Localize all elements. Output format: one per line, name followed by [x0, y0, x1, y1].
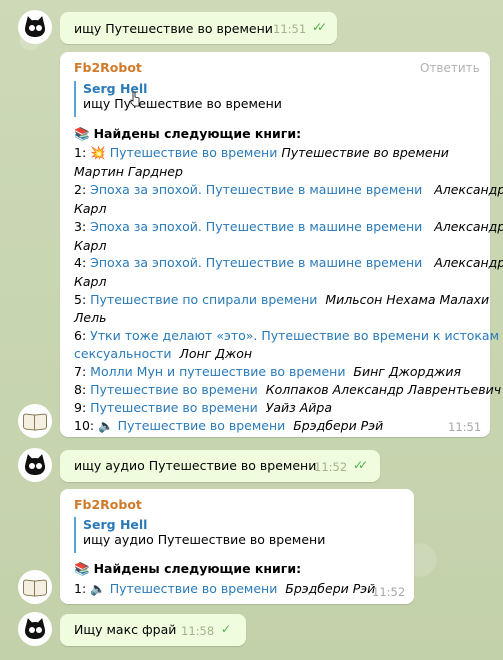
reply-quote[interactable]: Serg Hell ищу Путешествие во времени — [74, 81, 282, 117]
result-item: 9: Путешествие во времени Уайз Айра — [74, 400, 333, 415]
result-item: 4: Эпоха за эпохой. Путешествие в машине… — [74, 255, 503, 270]
result-author: Мартин Гарднер — [74, 164, 183, 179]
books-icon: 📚 — [74, 561, 90, 576]
outgoing-message[interactable]: ищу Путешествие во времени 11:51 ✓✓ — [60, 12, 337, 44]
bot-avatar[interactable] — [18, 404, 52, 438]
reply-quote[interactable]: Serg Hell ищу аудио Путешествие во време… — [74, 517, 325, 553]
open-book-icon — [23, 412, 47, 431]
result-author: Лель — [74, 310, 107, 325]
book-link[interactable]: Эпоха за эпохой. Путешествие в машине вр… — [90, 219, 422, 234]
message-text: Ищу макс фрай — [74, 622, 177, 637]
quote-text: ищу Путешествие во времени — [83, 96, 282, 111]
double-check-icon: ✓✓ — [353, 458, 368, 472]
book-link[interactable]: сексуальности — [74, 346, 172, 361]
open-book-icon — [23, 578, 47, 597]
sender-name[interactable]: Fb2Robot — [74, 60, 142, 75]
book-link[interactable]: Путешествие по спирали времени — [90, 292, 317, 307]
result-item: 7: Молли Мун и путешествие во времени Би… — [74, 364, 461, 379]
user-avatar[interactable] — [18, 612, 52, 646]
book-link[interactable]: Путешествие во времени — [90, 382, 258, 397]
books-icon: 📚 — [74, 126, 90, 141]
single-check-icon: ✓ — [221, 622, 232, 636]
message-time: 11:51 — [273, 22, 307, 36]
result-item: 1: 💥 Путешествие во времени Путешествие … — [74, 145, 449, 160]
user-avatar[interactable] — [18, 10, 52, 44]
quote-author: Serg Hell — [83, 517, 148, 532]
speaker-icon: 🔈 — [98, 418, 114, 433]
message-time: 11:52 — [314, 460, 348, 474]
bot-message[interactable]: Fb2Robot Ответить Serg Hell ищу Путешест… — [60, 52, 503, 437]
book-link[interactable]: Эпоха за эпохой. Путешествие в машине вр… — [90, 255, 422, 270]
result-author: Карл — [74, 201, 107, 216]
result-item: 8: Путешествие во времени Колпаков Алекс… — [74, 382, 502, 397]
book-link[interactable]: Путешествие во времени — [110, 581, 278, 596]
message-time: 11:58 — [181, 624, 215, 638]
explosion-icon: 💥 — [90, 145, 106, 160]
result-item: 2: Эпоха за эпохой. Путешествие в машине… — [74, 182, 503, 197]
double-check-icon: ✓✓ — [312, 20, 327, 34]
hand-cursor-icon — [130, 91, 140, 107]
reply-button[interactable]: Ответить — [420, 61, 480, 75]
result-item: 10: 🔈 Путешествие во времени Брэдбери Рэ… — [74, 418, 384, 433]
message-text: ищу Путешествие во времени — [74, 21, 273, 36]
speaker-icon: 🔈 — [90, 581, 106, 596]
quote-author: Serg Hell — [83, 81, 148, 96]
results-header: 📚 Найдены следующие книги: — [74, 126, 302, 141]
book-link[interactable]: Путешествие во времени — [110, 145, 278, 160]
sender-name[interactable]: Fb2Robot — [74, 497, 142, 512]
book-link[interactable]: Молли Мун и путешествие во времени — [90, 364, 345, 379]
result-item: 5: Путешествие по спирали времени Мильсо… — [74, 292, 490, 307]
result-item: 3: Эпоха за эпохой. Путешествие в машине… — [74, 219, 503, 234]
book-link[interactable]: Путешествие во времени — [90, 400, 258, 415]
black-cat-icon — [22, 616, 48, 640]
result-item: сексуальности Лонг Джон — [74, 346, 253, 361]
book-link[interactable]: Утки тоже делают «это». Путешествие во в… — [90, 328, 499, 343]
book-link[interactable]: Путешествие во времени — [118, 418, 286, 433]
book-link[interactable]: Эпоха за эпохой. Путешествие в машине вр… — [90, 182, 422, 197]
black-cat-icon — [22, 14, 48, 38]
message-time: 11:52 — [372, 585, 406, 599]
quote-text: ищу аудио Путешествие во времени — [83, 532, 326, 547]
outgoing-message[interactable]: Ищу макс фрай 11:58 ✓ — [60, 614, 246, 646]
outgoing-message[interactable]: ищу аудио Путешествие во времени 11:52 ✓… — [60, 450, 380, 482]
user-avatar[interactable] — [18, 448, 52, 482]
message-time: 11:51 — [448, 420, 482, 434]
black-cat-icon — [22, 452, 48, 476]
bot-avatar[interactable] — [18, 570, 52, 604]
message-text: ищу аудио Путешествие во времени — [74, 458, 317, 473]
result-author: Карл — [74, 274, 107, 289]
result-item: 1: 🔈 Путешествие во времени Брэдбери Рэй — [74, 581, 376, 596]
result-item: 6: Утки тоже делают «это». Путешествие в… — [74, 328, 500, 343]
results-header: 📚 Найдены следующие книги: — [74, 561, 302, 576]
bot-message[interactable]: Fb2Robot Serg Hell ищу аудио Путешествие… — [60, 489, 414, 604]
